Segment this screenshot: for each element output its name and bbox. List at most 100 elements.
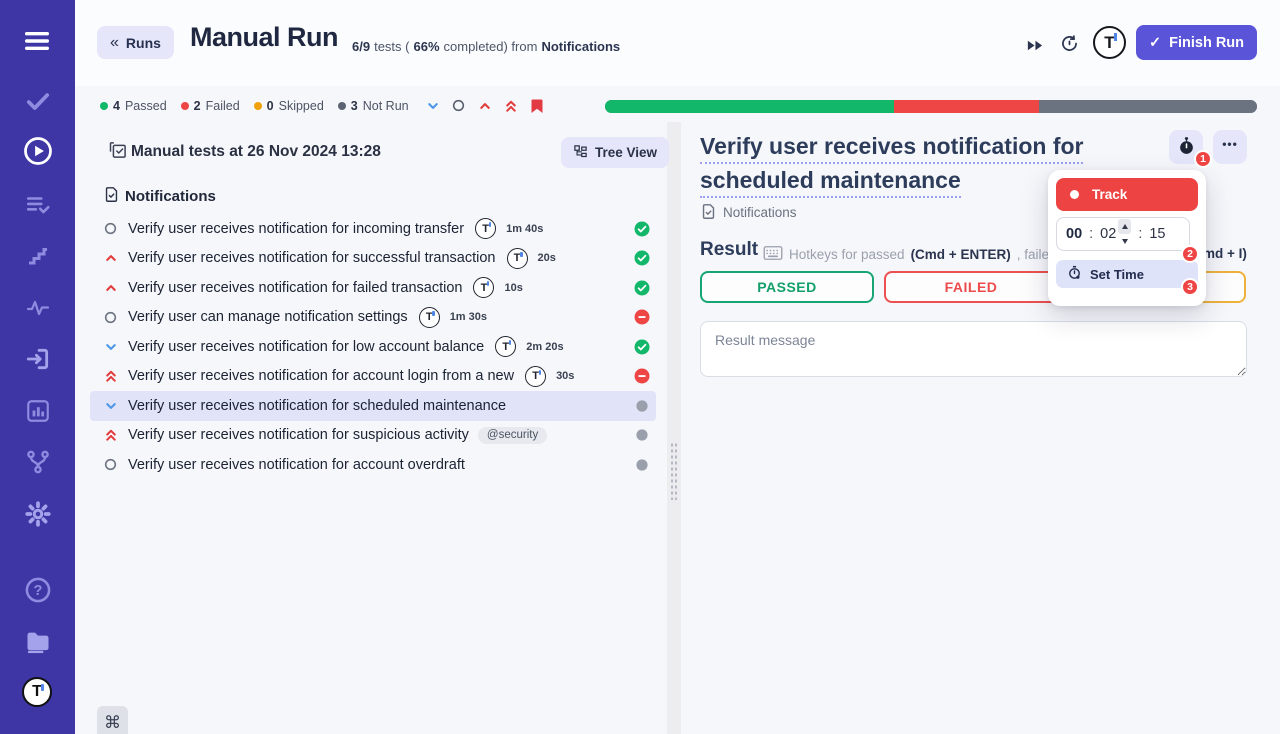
sidebar-chart-icon[interactable] xyxy=(22,395,53,426)
keyboard-icon xyxy=(763,245,783,264)
finish-run-button[interactable]: ✓ Finish Run xyxy=(1136,25,1257,60)
hotkeys-hint: Hotkeys for passed (Cmd + ENTER) , faile… xyxy=(763,245,1056,264)
run-progress-bar xyxy=(605,100,1257,113)
sidebar-sign-in-icon[interactable] xyxy=(22,343,53,374)
more-options-button[interactable]: ••• xyxy=(1213,130,1247,164)
time-separator: : xyxy=(1089,226,1094,242)
app-sidebar: ? T xyxy=(0,0,75,734)
test-row[interactable]: Verify user receives notification for su… xyxy=(90,244,656,274)
sidebar-list-check-icon[interactable] xyxy=(22,189,53,220)
result-heading: Result xyxy=(700,239,759,260)
testomat-logo-icon: T xyxy=(506,247,528,269)
set-time-label: Set Time xyxy=(1090,266,1144,282)
time-input-group[interactable]: 00 : 02 : 15 xyxy=(1056,217,1190,251)
tree-view-label: Tree View xyxy=(595,145,658,160)
set-time-button[interactable]: Set Time xyxy=(1056,260,1198,288)
test-row[interactable]: Verify user receives notification for in… xyxy=(90,214,656,244)
test-duration: 1m 30s xyxy=(449,311,487,324)
test-title: Verify user receives notification for ac… xyxy=(128,456,465,473)
status-failed-icon[interactable] xyxy=(634,368,650,384)
stopwatch-icon xyxy=(1177,136,1196,159)
test-duration: 30s xyxy=(556,370,575,383)
hotkeys-passed-combo: (Cmd + ENTER) xyxy=(910,247,1011,262)
result-message-input[interactable] xyxy=(700,321,1247,377)
sidebar-pulse-icon[interactable] xyxy=(22,292,53,323)
status-not-run-icon[interactable] xyxy=(634,457,650,473)
page-title: Manual Run xyxy=(190,22,339,52)
step-down-icon[interactable] xyxy=(1118,234,1131,249)
hotkeys-prefix: Hotkeys for passed xyxy=(789,247,905,262)
status-dot-icon xyxy=(100,102,108,110)
tree-view-button[interactable]: Tree View xyxy=(561,137,670,168)
completed-word: completed) from xyxy=(443,39,538,54)
status-passed-icon[interactable] xyxy=(634,221,650,237)
count-skipped: 0 Skipped xyxy=(253,99,324,113)
priority-urgent-icon xyxy=(103,369,118,384)
sidebar-branch-icon[interactable] xyxy=(22,446,53,477)
status-passed-icon[interactable] xyxy=(634,280,650,296)
sidebar-check-icon[interactable] xyxy=(22,85,53,116)
test-row[interactable]: Verify user can manage notification sett… xyxy=(90,303,656,333)
seconds-field[interactable]: 15 xyxy=(1149,226,1165,242)
priority-urgent-icon xyxy=(103,428,118,443)
suite-file-icon xyxy=(103,186,120,208)
minutes-stepper[interactable] xyxy=(1118,219,1132,249)
test-title: Verify user receives notification for in… xyxy=(128,220,465,237)
sidebar-logo-icon[interactable]: T xyxy=(22,677,52,707)
testomat-logo-icon[interactable]: T xyxy=(1093,26,1126,59)
retry-timer-icon[interactable] xyxy=(1058,32,1080,54)
status-dot-icon xyxy=(180,102,189,110)
track-button[interactable]: Track xyxy=(1056,178,1198,211)
sidebar-menu-icon[interactable] xyxy=(22,25,53,56)
minutes-field[interactable]: 02 xyxy=(1100,226,1116,242)
test-title: Verify user receives notification for su… xyxy=(128,250,496,267)
test-title: Verify user receives notification for su… xyxy=(128,427,469,444)
priority-low-icon xyxy=(103,398,118,413)
status-dot-icon xyxy=(337,102,346,110)
test-title: Verify user receives notification for fa… xyxy=(128,279,463,296)
pane-splitter[interactable] xyxy=(667,122,681,734)
sidebar-help-icon[interactable]: ? xyxy=(22,574,53,605)
status-passed-icon[interactable] xyxy=(634,339,650,355)
ellipsis-icon: ••• xyxy=(1222,137,1238,151)
status-dot-icon xyxy=(253,102,262,110)
filter-circle-icon[interactable] xyxy=(450,97,467,114)
status-not-run-icon[interactable] xyxy=(634,427,650,443)
suite-title: Notifications xyxy=(125,188,216,205)
tour-badge-2: 2 xyxy=(1181,245,1199,263)
filter-chevron-down-icon[interactable] xyxy=(424,97,441,114)
filter-chevrons-up-icon[interactable] xyxy=(502,97,519,114)
failed-button[interactable]: FAILED xyxy=(884,271,1058,303)
tests-fraction: 6/9 xyxy=(352,39,371,54)
sidebar-gear-icon[interactable] xyxy=(22,498,53,529)
test-row[interactable]: Verify user receives notification for lo… xyxy=(90,332,656,362)
status-passed-icon[interactable] xyxy=(634,250,650,266)
sidebar-steps-icon[interactable] xyxy=(22,240,53,271)
chevrons-left-icon: « xyxy=(110,33,119,51)
test-duration: 10s xyxy=(504,281,523,294)
filter-bookmark-icon[interactable] xyxy=(528,97,545,114)
step-up-icon[interactable] xyxy=(1118,219,1132,234)
status-not-run-icon[interactable] xyxy=(634,398,650,414)
testomat-logo-icon: T xyxy=(418,306,440,328)
checklist-icon xyxy=(108,140,128,165)
passed-button[interactable]: PASSED xyxy=(700,271,874,303)
sidebar-play-icon[interactable] xyxy=(22,135,53,166)
test-row[interactable]: Verify user receives notification for ac… xyxy=(90,450,656,480)
back-to-runs-button[interactable]: « Runs xyxy=(97,26,174,59)
hours-field[interactable]: 00 xyxy=(1066,226,1082,242)
test-row[interactable]: Verify user receives notification for fa… xyxy=(90,273,656,303)
filter-chevron-up-icon[interactable] xyxy=(476,97,493,114)
test-row[interactable]: Verify user receives notification for sc… xyxy=(90,391,656,421)
status-failed-icon[interactable] xyxy=(634,309,650,325)
sidebar-folder-icon[interactable] xyxy=(22,626,53,657)
record-dot-icon xyxy=(1070,190,1079,199)
splitter-grip-icon[interactable] xyxy=(670,442,678,500)
test-row[interactable]: Verify user receives notification for su… xyxy=(90,421,656,451)
fast-forward-icon[interactable] xyxy=(1023,34,1045,56)
priority-low-icon xyxy=(103,339,118,354)
test-row[interactable]: Verify user receives notification for ac… xyxy=(90,362,656,392)
detail-suite-breadcrumb[interactable]: Notifications xyxy=(723,205,797,220)
test-list: Verify user receives notification for in… xyxy=(90,214,656,480)
main-area: « Runs Manual Run 6/9 tests ( 66% comple… xyxy=(75,0,1280,734)
